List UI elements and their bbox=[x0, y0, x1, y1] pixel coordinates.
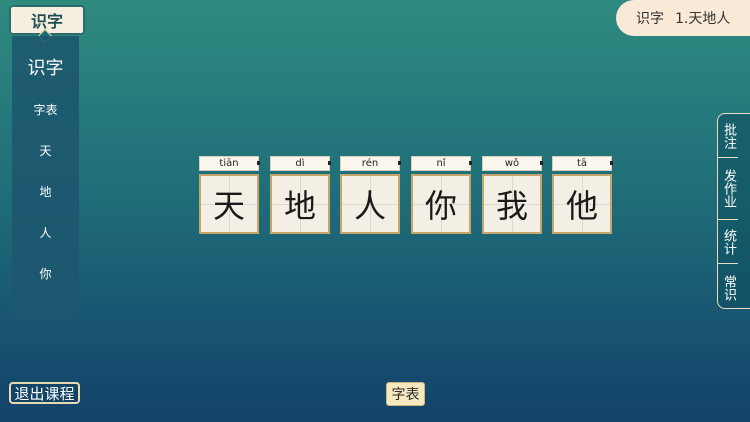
character-card[interactable]: tiān 天 bbox=[199, 156, 260, 234]
character-card[interactable]: dì 地 bbox=[270, 156, 331, 234]
character-glyph: 你 bbox=[424, 187, 457, 225]
left-panel-title: 识字 bbox=[27, 58, 64, 79]
character-box: 天 bbox=[199, 174, 259, 234]
character-box: 他 bbox=[552, 174, 612, 234]
statistics-button[interactable]: 统计 bbox=[718, 220, 738, 264]
character-glyph: 他 bbox=[565, 187, 598, 225]
left-panel-list: 字表 天 地 人 你 bbox=[12, 102, 79, 307]
breadcrumb-section: 识字 bbox=[636, 11, 664, 27]
character-card[interactable]: rén 人 bbox=[340, 156, 401, 234]
sidebar-item-di[interactable]: 地 bbox=[12, 184, 79, 225]
module-badge-label: 识字 bbox=[30, 12, 63, 31]
character-box: 人 bbox=[340, 174, 400, 234]
sidebar-item-ni[interactable]: 你 bbox=[12, 266, 79, 307]
pinyin-label: tiān bbox=[199, 156, 260, 171]
character-cards: tiān 天 dì 地 rén 人 nǐ 你 wǒ 我 tā 他 bbox=[199, 156, 613, 234]
breadcrumb-lesson: 1.天地人 bbox=[675, 11, 731, 27]
character-box: 地 bbox=[270, 174, 330, 234]
pinyin-label: rén bbox=[340, 156, 401, 171]
breadcrumb: 识字 1.天地人 bbox=[616, 0, 750, 36]
character-glyph: 地 bbox=[283, 187, 316, 225]
character-box: 你 bbox=[411, 174, 471, 234]
character-table-button[interactable]: 字表 bbox=[386, 382, 425, 406]
character-glyph: 我 bbox=[495, 187, 528, 225]
character-card[interactable]: tā 他 bbox=[552, 156, 613, 234]
sidebar-item-ren[interactable]: 人 bbox=[12, 225, 79, 266]
sidebar-item-character-table[interactable]: 字表 bbox=[12, 102, 79, 143]
annotate-button[interactable]: 批注 bbox=[718, 114, 738, 158]
pinyin-label: nǐ bbox=[411, 156, 472, 171]
common-knowledge-button[interactable]: 常识 bbox=[718, 264, 738, 308]
pinyin-label: tā bbox=[552, 156, 613, 171]
character-card[interactable]: nǐ 你 bbox=[411, 156, 472, 234]
character-glyph: 人 bbox=[353, 187, 386, 225]
character-card[interactable]: wǒ 我 bbox=[482, 156, 543, 234]
left-panel: 识字 字表 天 地 人 你 bbox=[12, 36, 79, 317]
pinyin-label: dì bbox=[270, 156, 331, 171]
character-box: 我 bbox=[482, 174, 542, 234]
character-glyph: 天 bbox=[212, 187, 245, 225]
right-side-menu: 批注 发作业 统计 常识 bbox=[717, 113, 750, 309]
sidebar-item-tian[interactable]: 天 bbox=[12, 143, 79, 184]
pinyin-label: wǒ bbox=[482, 156, 543, 171]
exit-course-button[interactable]: 退出课程 bbox=[9, 382, 80, 404]
assign-homework-button[interactable]: 发作业 bbox=[718, 158, 738, 220]
